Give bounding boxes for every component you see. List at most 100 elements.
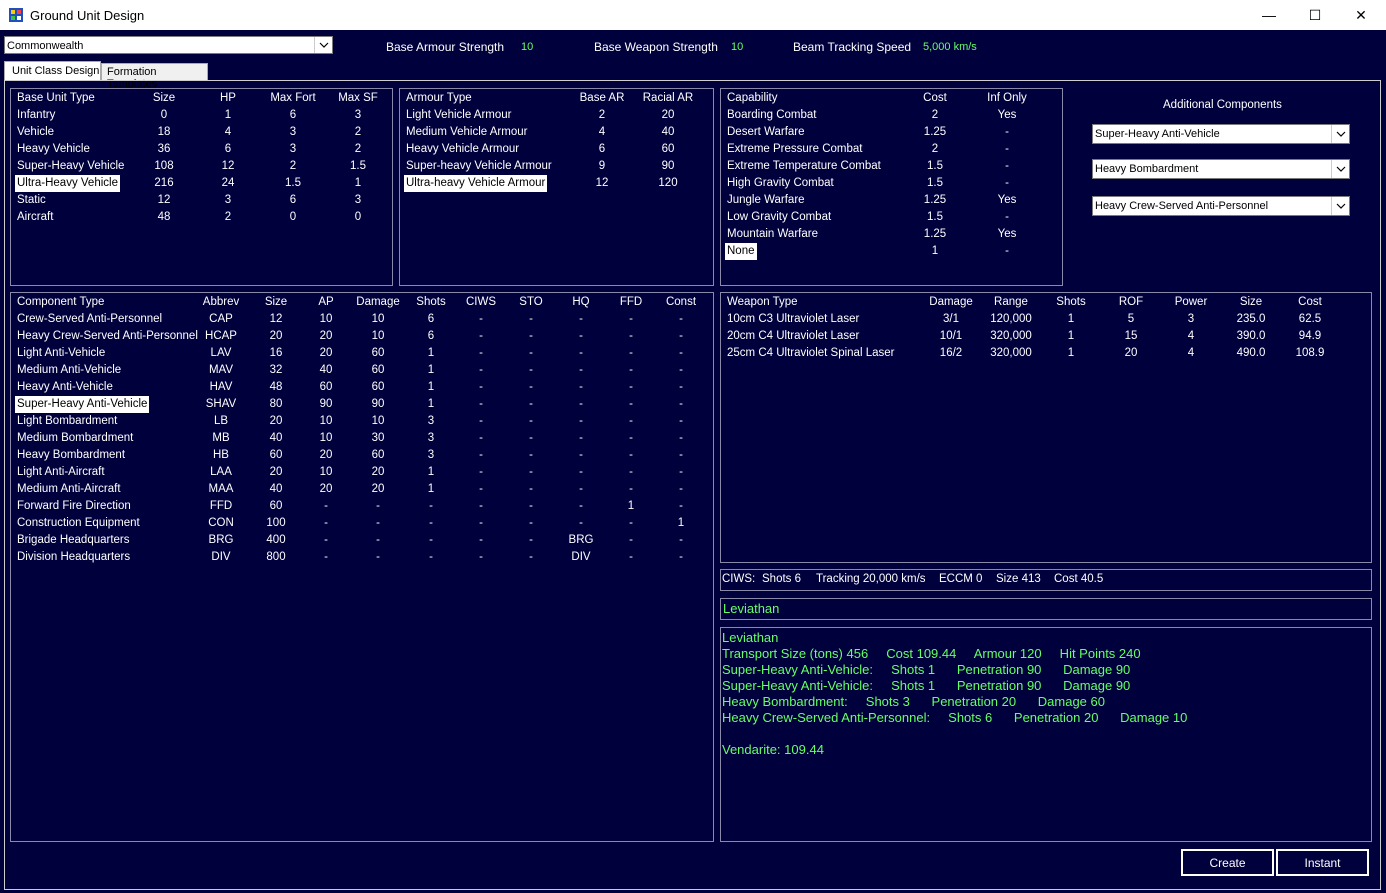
table-cell[interactable]: - bbox=[511, 532, 551, 549]
table-cell[interactable]: 32 bbox=[256, 362, 296, 379]
table-cell[interactable]: 4 bbox=[208, 124, 248, 141]
table-cell[interactable]: - bbox=[511, 345, 551, 362]
table-cell[interactable]: 108 bbox=[142, 158, 186, 175]
table-cell[interactable]: - bbox=[561, 345, 601, 362]
table-cell[interactable]: DIV bbox=[561, 549, 601, 566]
table-cell[interactable]: 1 bbox=[411, 481, 451, 498]
table-cell[interactable]: - bbox=[511, 549, 551, 566]
table-cell[interactable]: 1.25 bbox=[915, 124, 955, 141]
table-cell[interactable]: 12 bbox=[142, 192, 186, 209]
table-cell[interactable]: 20 bbox=[256, 413, 296, 430]
table-cell[interactable]: - bbox=[561, 396, 601, 413]
table-cell[interactable]: 6 bbox=[576, 141, 628, 158]
table-cell[interactable]: 3 bbox=[411, 447, 451, 464]
base-unit-row[interactable]: Ultra-Heavy Vehicle bbox=[15, 175, 120, 192]
table-cell[interactable]: - bbox=[561, 413, 601, 430]
table-cell[interactable]: 2 bbox=[263, 158, 323, 175]
table-cell[interactable]: 6 bbox=[411, 311, 451, 328]
minimize-button[interactable]: — bbox=[1246, 0, 1292, 30]
capability-row[interactable]: Mountain Warfare bbox=[727, 226, 818, 243]
column-header[interactable]: Base AR bbox=[576, 90, 628, 107]
column-header[interactable]: Size bbox=[142, 90, 186, 107]
table-cell[interactable]: - bbox=[979, 209, 1035, 226]
table-cell[interactable]: - bbox=[561, 515, 601, 532]
table-cell[interactable]: - bbox=[351, 515, 405, 532]
table-cell[interactable]: 20 bbox=[306, 447, 346, 464]
table-cell[interactable]: 1 bbox=[1051, 311, 1091, 328]
table-cell[interactable]: 1 bbox=[411, 396, 451, 413]
table-cell[interactable]: - bbox=[561, 447, 601, 464]
table-cell[interactable]: - bbox=[661, 345, 701, 362]
table-cell[interactable]: 1 bbox=[411, 464, 451, 481]
table-cell[interactable]: MAV bbox=[196, 362, 246, 379]
table-cell[interactable]: - bbox=[661, 430, 701, 447]
table-cell[interactable]: 0 bbox=[142, 107, 186, 124]
table-cell[interactable]: - bbox=[511, 481, 551, 498]
table-cell[interactable]: - bbox=[611, 311, 651, 328]
table-cell[interactable]: - bbox=[611, 345, 651, 362]
table-cell[interactable]: 2 bbox=[576, 107, 628, 124]
table-cell[interactable]: BRG bbox=[561, 532, 601, 549]
capability-row[interactable]: Low Gravity Combat bbox=[727, 209, 831, 226]
table-cell[interactable]: 1 bbox=[1051, 328, 1091, 345]
table-cell[interactable]: 320,000 bbox=[986, 328, 1036, 345]
table-cell[interactable]: - bbox=[611, 379, 651, 396]
table-cell[interactable]: - bbox=[411, 532, 451, 549]
table-cell[interactable]: 4 bbox=[1171, 328, 1211, 345]
table-cell[interactable]: - bbox=[611, 481, 651, 498]
table-cell[interactable]: 20 bbox=[306, 481, 346, 498]
table-cell[interactable]: 120,000 bbox=[986, 311, 1036, 328]
table-cell[interactable]: LB bbox=[196, 413, 246, 430]
capability-row[interactable]: High Gravity Combat bbox=[727, 175, 834, 192]
column-header[interactable]: HP bbox=[208, 90, 248, 107]
table-cell[interactable]: 1 bbox=[411, 362, 451, 379]
additional-component-select-2[interactable]: Heavy Bombardment bbox=[1092, 159, 1350, 179]
table-cell[interactable]: - bbox=[979, 243, 1035, 260]
table-cell[interactable]: 1 bbox=[611, 498, 651, 515]
table-cell[interactable]: HAV bbox=[196, 379, 246, 396]
table-cell[interactable]: - bbox=[661, 328, 701, 345]
table-cell[interactable]: 3 bbox=[411, 413, 451, 430]
table-cell[interactable]: 10 bbox=[351, 311, 405, 328]
column-header[interactable]: STO bbox=[511, 294, 551, 311]
table-cell[interactable]: 2 bbox=[915, 141, 955, 158]
table-cell[interactable]: 1 bbox=[915, 243, 955, 260]
table-cell[interactable]: Yes bbox=[979, 107, 1035, 124]
table-cell[interactable]: 3 bbox=[333, 192, 383, 209]
component-row[interactable]: Heavy Bombardment bbox=[17, 447, 125, 464]
table-cell[interactable]: 20 bbox=[256, 328, 296, 345]
table-cell[interactable]: - bbox=[351, 532, 405, 549]
table-cell[interactable]: 1 bbox=[1051, 345, 1091, 362]
table-cell[interactable]: 90 bbox=[640, 158, 696, 175]
table-cell[interactable]: 20 bbox=[351, 464, 405, 481]
base-unit-row[interactable]: Super-Heavy Vehicle bbox=[17, 158, 124, 175]
table-cell[interactable]: - bbox=[511, 447, 551, 464]
base-unit-row[interactable]: Heavy Vehicle bbox=[17, 141, 90, 158]
close-button[interactable]: ✕ bbox=[1338, 0, 1384, 30]
base-unit-row[interactable]: Aircraft bbox=[17, 209, 53, 226]
component-row[interactable]: Super-Heavy Anti-Vehicle bbox=[15, 396, 150, 413]
table-cell[interactable]: 48 bbox=[256, 379, 296, 396]
additional-component-select-3[interactable]: Heavy Crew-Served Anti-Personnel bbox=[1092, 196, 1350, 216]
table-cell[interactable]: 0 bbox=[263, 209, 323, 226]
table-cell[interactable]: - bbox=[411, 549, 451, 566]
table-cell[interactable]: - bbox=[461, 311, 501, 328]
table-cell[interactable]: 2 bbox=[208, 209, 248, 226]
table-cell[interactable]: 10 bbox=[306, 430, 346, 447]
table-cell[interactable]: - bbox=[511, 362, 551, 379]
table-cell[interactable]: - bbox=[511, 413, 551, 430]
table-cell[interactable]: 490.0 bbox=[1231, 345, 1271, 362]
table-cell[interactable]: - bbox=[411, 498, 451, 515]
column-header[interactable]: Cost bbox=[1290, 294, 1330, 311]
table-cell[interactable]: 1 bbox=[333, 175, 383, 192]
table-cell[interactable]: - bbox=[561, 328, 601, 345]
table-cell[interactable]: 4 bbox=[1171, 345, 1211, 362]
tab-unit-class-design[interactable]: Unit Class Design bbox=[4, 61, 101, 81]
table-cell[interactable]: - bbox=[461, 345, 501, 362]
table-cell[interactable]: 10 bbox=[351, 413, 405, 430]
table-cell[interactable]: 1.5 bbox=[915, 209, 955, 226]
column-header[interactable]: Max Fort bbox=[263, 90, 323, 107]
table-cell[interactable]: - bbox=[306, 515, 346, 532]
table-cell[interactable]: - bbox=[461, 481, 501, 498]
table-cell[interactable]: 60 bbox=[256, 447, 296, 464]
